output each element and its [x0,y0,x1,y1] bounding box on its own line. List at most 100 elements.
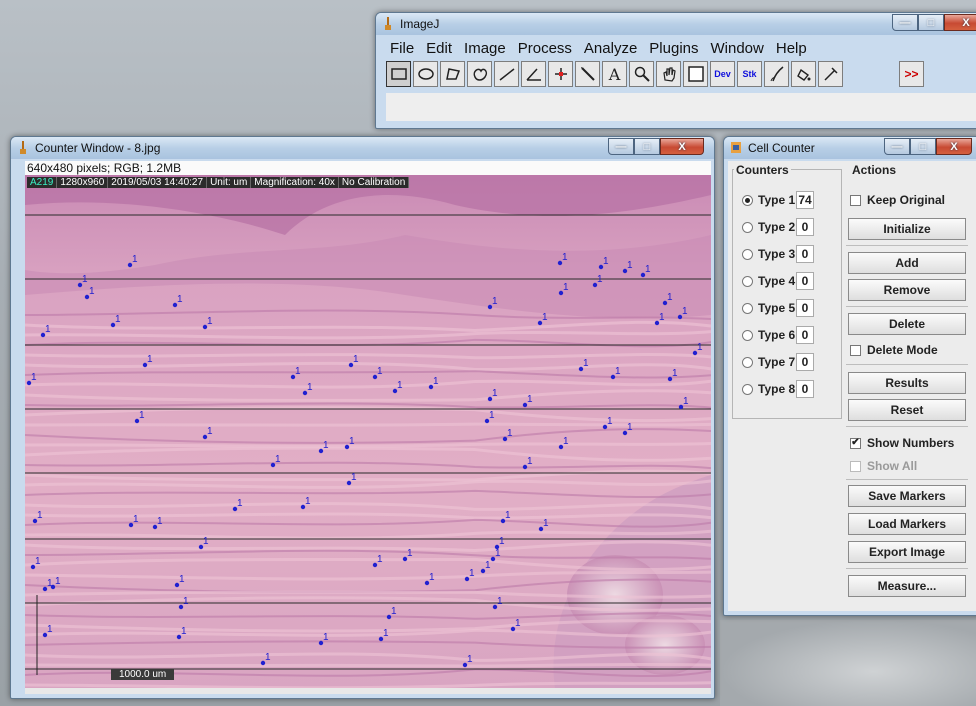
menu-process[interactable]: Process [512,37,578,59]
wand-tool[interactable] [575,61,600,87]
counter-type-5[interactable]: Type 50 [742,297,814,319]
load-markers-button[interactable]: Load Markers [848,513,966,535]
counter-type-2[interactable]: Type 20 [742,216,814,238]
cell-marker-number: 1 [485,560,491,571]
image-metadata-overlay: A219 1280x960 2019/05/03 14:40:27 Unit: um M… [27,177,410,188]
cell-marker-number: 1 [139,410,145,421]
cell-marker-number: 1 [627,422,633,433]
oval-tool[interactable] [413,61,438,87]
dev-menu-tool[interactable]: Dev [710,61,735,87]
menu-edit[interactable]: Edit [420,37,458,59]
polygon-tool[interactable] [440,61,465,87]
magnifier-icon [634,66,650,82]
counter-type-4[interactable]: Type 40 [742,270,814,292]
cell-marker-number: 1 [492,296,498,307]
menu-image[interactable]: Image [458,37,512,59]
cell-marker-number: 1 [35,556,41,567]
radio-button[interactable] [742,329,753,341]
point-tool[interactable] [548,61,573,87]
hand-tool[interactable] [656,61,681,87]
separator [846,364,968,365]
separator [846,306,968,307]
cell-marker-number: 1 [489,410,495,421]
results-button[interactable]: Results [848,372,966,394]
menu-plugins[interactable]: Plugins [643,37,704,59]
counter-type-3[interactable]: Type 30 [742,243,814,265]
magnifier-tool[interactable] [629,61,654,87]
counter-type-7[interactable]: Type 70 [742,351,814,373]
menu-analyze[interactable]: Analyze [578,37,643,59]
maximize-button[interactable]: □ [634,138,660,155]
stack-menu-tool[interactable]: Stk [737,61,762,87]
delete-mode-checkbox[interactable]: Delete Mode [850,341,938,359]
brush-tool[interactable] [764,61,789,87]
export-image-button[interactable]: Export Image [848,541,966,563]
radio-button[interactable] [742,302,753,314]
color-picker-tool[interactable] [683,61,708,87]
image-canvas[interactable]: 1111111111111111111111111111111111111111… [25,175,711,688]
radio-button[interactable] [742,383,753,395]
imagej-titlebar[interactable]: ImageJ — □ X [376,13,976,35]
stack-menu-icon: Stk [742,69,757,79]
counter-type-6[interactable]: Type 60 [742,324,814,346]
save-markers-button[interactable]: Save Markers [848,485,966,507]
keep-original-checkbox[interactable]: Keep Original [850,191,945,209]
reset-button[interactable]: Reset [848,399,966,421]
hand-icon [662,67,676,82]
maximize-button[interactable]: □ [918,14,944,31]
close-button[interactable]: X [944,14,976,31]
delete-button[interactable]: Delete [848,313,966,335]
counter-type-8[interactable]: Type 80 [742,378,814,400]
measure-button[interactable]: Measure... [848,575,966,597]
show-all-label: Show All [867,459,918,473]
checkmark-icon[interactable]: ✔ [850,437,861,449]
line-tool[interactable] [494,61,519,87]
minimize-button[interactable]: — [608,138,634,155]
maximize-button[interactable]: □ [910,138,936,155]
cell-marker-number: 1 [682,306,688,317]
radio-button[interactable] [742,248,753,260]
cell-marker-number: 1 [207,316,213,327]
cell-marker-number: 1 [667,292,673,303]
initialize-button[interactable]: Initialize [848,218,966,240]
radio-button[interactable] [742,194,753,206]
tissue-image[interactable]: 111111 1111 1111111111111111 11111 111111 111… [25,175,711,688]
minimize-button[interactable]: — [884,138,910,155]
remove-button[interactable]: Remove [848,279,966,301]
angle-tool[interactable] [521,61,546,87]
blank-tool-tool[interactable] [845,61,870,87]
freehand-tool[interactable] [467,61,492,87]
checkbox-box[interactable] [850,344,861,356]
cell-marker-number: 1 [507,428,513,439]
more-tools-tool[interactable]: >> [899,61,924,87]
cell-marker-number: 1 [207,426,213,437]
pen-tool[interactable] [818,61,843,87]
cell-marker-number: 1 [305,496,311,507]
menu-help[interactable]: Help [770,37,813,59]
flood-tool[interactable] [791,61,816,87]
rectangle-tool[interactable] [386,61,411,87]
checkbox-box[interactable] [850,194,861,206]
counter-titlebar[interactable]: Counter Window - 8.jpg — □ X [11,137,714,159]
minimize-button[interactable]: — [892,14,918,31]
cell-marker-number: 1 [469,568,475,579]
menu-window[interactable]: Window [705,37,770,59]
add-button[interactable]: Add [848,252,966,274]
close-button[interactable]: X [660,138,704,155]
menu-file[interactable]: File [384,37,420,59]
cell-marker-number: 1 [349,436,355,447]
close-button[interactable]: X [936,138,972,155]
imagej-app-icon [385,17,391,30]
cell-counter-titlebar[interactable]: Cell Counter — □ X [724,137,976,159]
blank-tool-tool[interactable] [872,61,897,87]
text-tool[interactable]: A [602,61,627,87]
counter-value: 0 [796,353,814,371]
overlay-field: No Calibration [339,177,410,188]
radio-button[interactable] [742,356,753,368]
counter-type-1[interactable]: Type 1 74 [742,189,814,211]
tool-bar: A Dev Stk >> [386,61,926,89]
radio-button[interactable] [742,275,753,287]
radio-button[interactable] [742,221,753,233]
show-numbers-checkbox[interactable]: ✔ Show Numbers [850,434,954,452]
java-app-icon [731,142,741,153]
